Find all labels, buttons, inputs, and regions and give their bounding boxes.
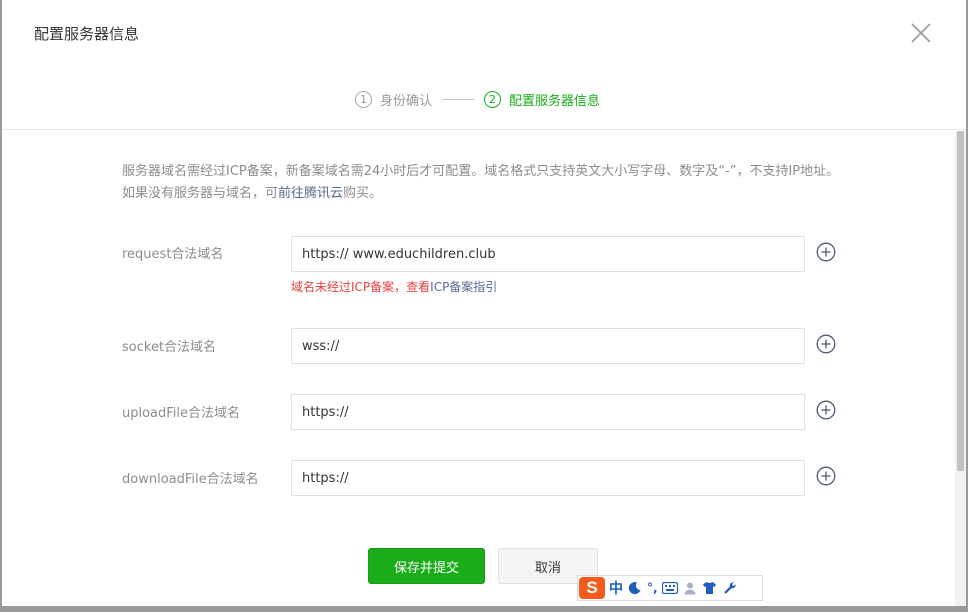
vertical-scrollbar[interactable]: [955, 131, 966, 606]
ime-mode-toggle[interactable]: 中: [609, 578, 623, 598]
notice-text-end: 购买。: [343, 186, 383, 201]
step-number: 1: [355, 90, 372, 108]
request-domain-label: request合法域名: [122, 247, 224, 262]
error-text: 域名未经过ICP备案，查看: [291, 280, 431, 294]
keyboard-icon[interactable]: [661, 580, 678, 596]
add-download-domain-button[interactable]: [816, 466, 836, 486]
domain-notice: 服务器域名需经过ICP备案，新备案域名需24小时后才可配置。域名格式只支持英文大…: [122, 161, 842, 205]
step-identity: 1 身份确认: [355, 90, 432, 109]
notice-text: 服务器域名需经过ICP备案，新备案域名需24小时后才可配置。域名格式只支持英文大…: [122, 164, 840, 201]
close-icon: [911, 23, 931, 43]
dialog-title: 配置服务器信息: [34, 25, 140, 43]
tencent-cloud-link[interactable]: 前往腾讯云: [278, 186, 343, 201]
add-socket-domain-button[interactable]: [816, 334, 836, 354]
icp-guide-link[interactable]: ICP备案指引: [430, 280, 497, 294]
plus-circle-icon: [816, 334, 836, 354]
step-label: 身份确认: [380, 93, 433, 109]
download-domain-input[interactable]: [291, 460, 805, 496]
sogou-logo-icon[interactable]: S: [579, 577, 605, 599]
ime-toolbar: S 中 °,: [577, 575, 763, 601]
upload-domain-input[interactable]: [291, 394, 805, 430]
skin-shirt-icon[interactable]: [702, 580, 718, 596]
step-server-config: 2 配置服务器信息: [484, 90, 600, 109]
punctuation-toggle[interactable]: °,: [647, 581, 658, 595]
moon-icon[interactable]: [627, 580, 643, 596]
step-label: 配置服务器信息: [509, 93, 601, 109]
socket-domain-input[interactable]: [291, 328, 805, 364]
step-indicator: 1 身份确认 2 配置服务器信息: [355, 89, 600, 109]
download-domain-label: downloadFile合法域名: [122, 472, 259, 487]
plus-circle-icon: [816, 466, 836, 486]
server-config-dialog: 配置服务器信息 1 身份确认 2 配置服务器信息 服务器域名需经过ICP备案，新…: [2, 0, 966, 606]
step-connector: [442, 98, 475, 100]
add-request-domain-button[interactable]: [816, 242, 836, 262]
scrollbar-thumb[interactable]: [957, 131, 964, 471]
step-number: 2: [484, 90, 502, 108]
close-button[interactable]: [910, 22, 932, 44]
request-domain-input[interactable]: [291, 236, 805, 272]
save-submit-button[interactable]: 保存并提交: [368, 548, 485, 584]
wrench-icon[interactable]: [722, 580, 738, 596]
dialog-body: 服务器域名需经过ICP备案，新备案域名需24小时后才可配置。域名格式只支持英文大…: [2, 131, 966, 606]
plus-circle-icon: [816, 242, 836, 262]
add-upload-domain-button[interactable]: [816, 400, 836, 420]
upload-domain-label: uploadFile合法域名: [122, 406, 241, 421]
dialog-header: 配置服务器信息 1 身份确认 2 配置服务器信息: [2, 0, 966, 130]
socket-domain-label: socket合法域名: [122, 340, 217, 355]
icp-error-message: 域名未经过ICP备案，查看ICP备案指引: [291, 278, 497, 295]
user-icon[interactable]: [682, 580, 698, 596]
plus-circle-icon: [816, 400, 836, 420]
